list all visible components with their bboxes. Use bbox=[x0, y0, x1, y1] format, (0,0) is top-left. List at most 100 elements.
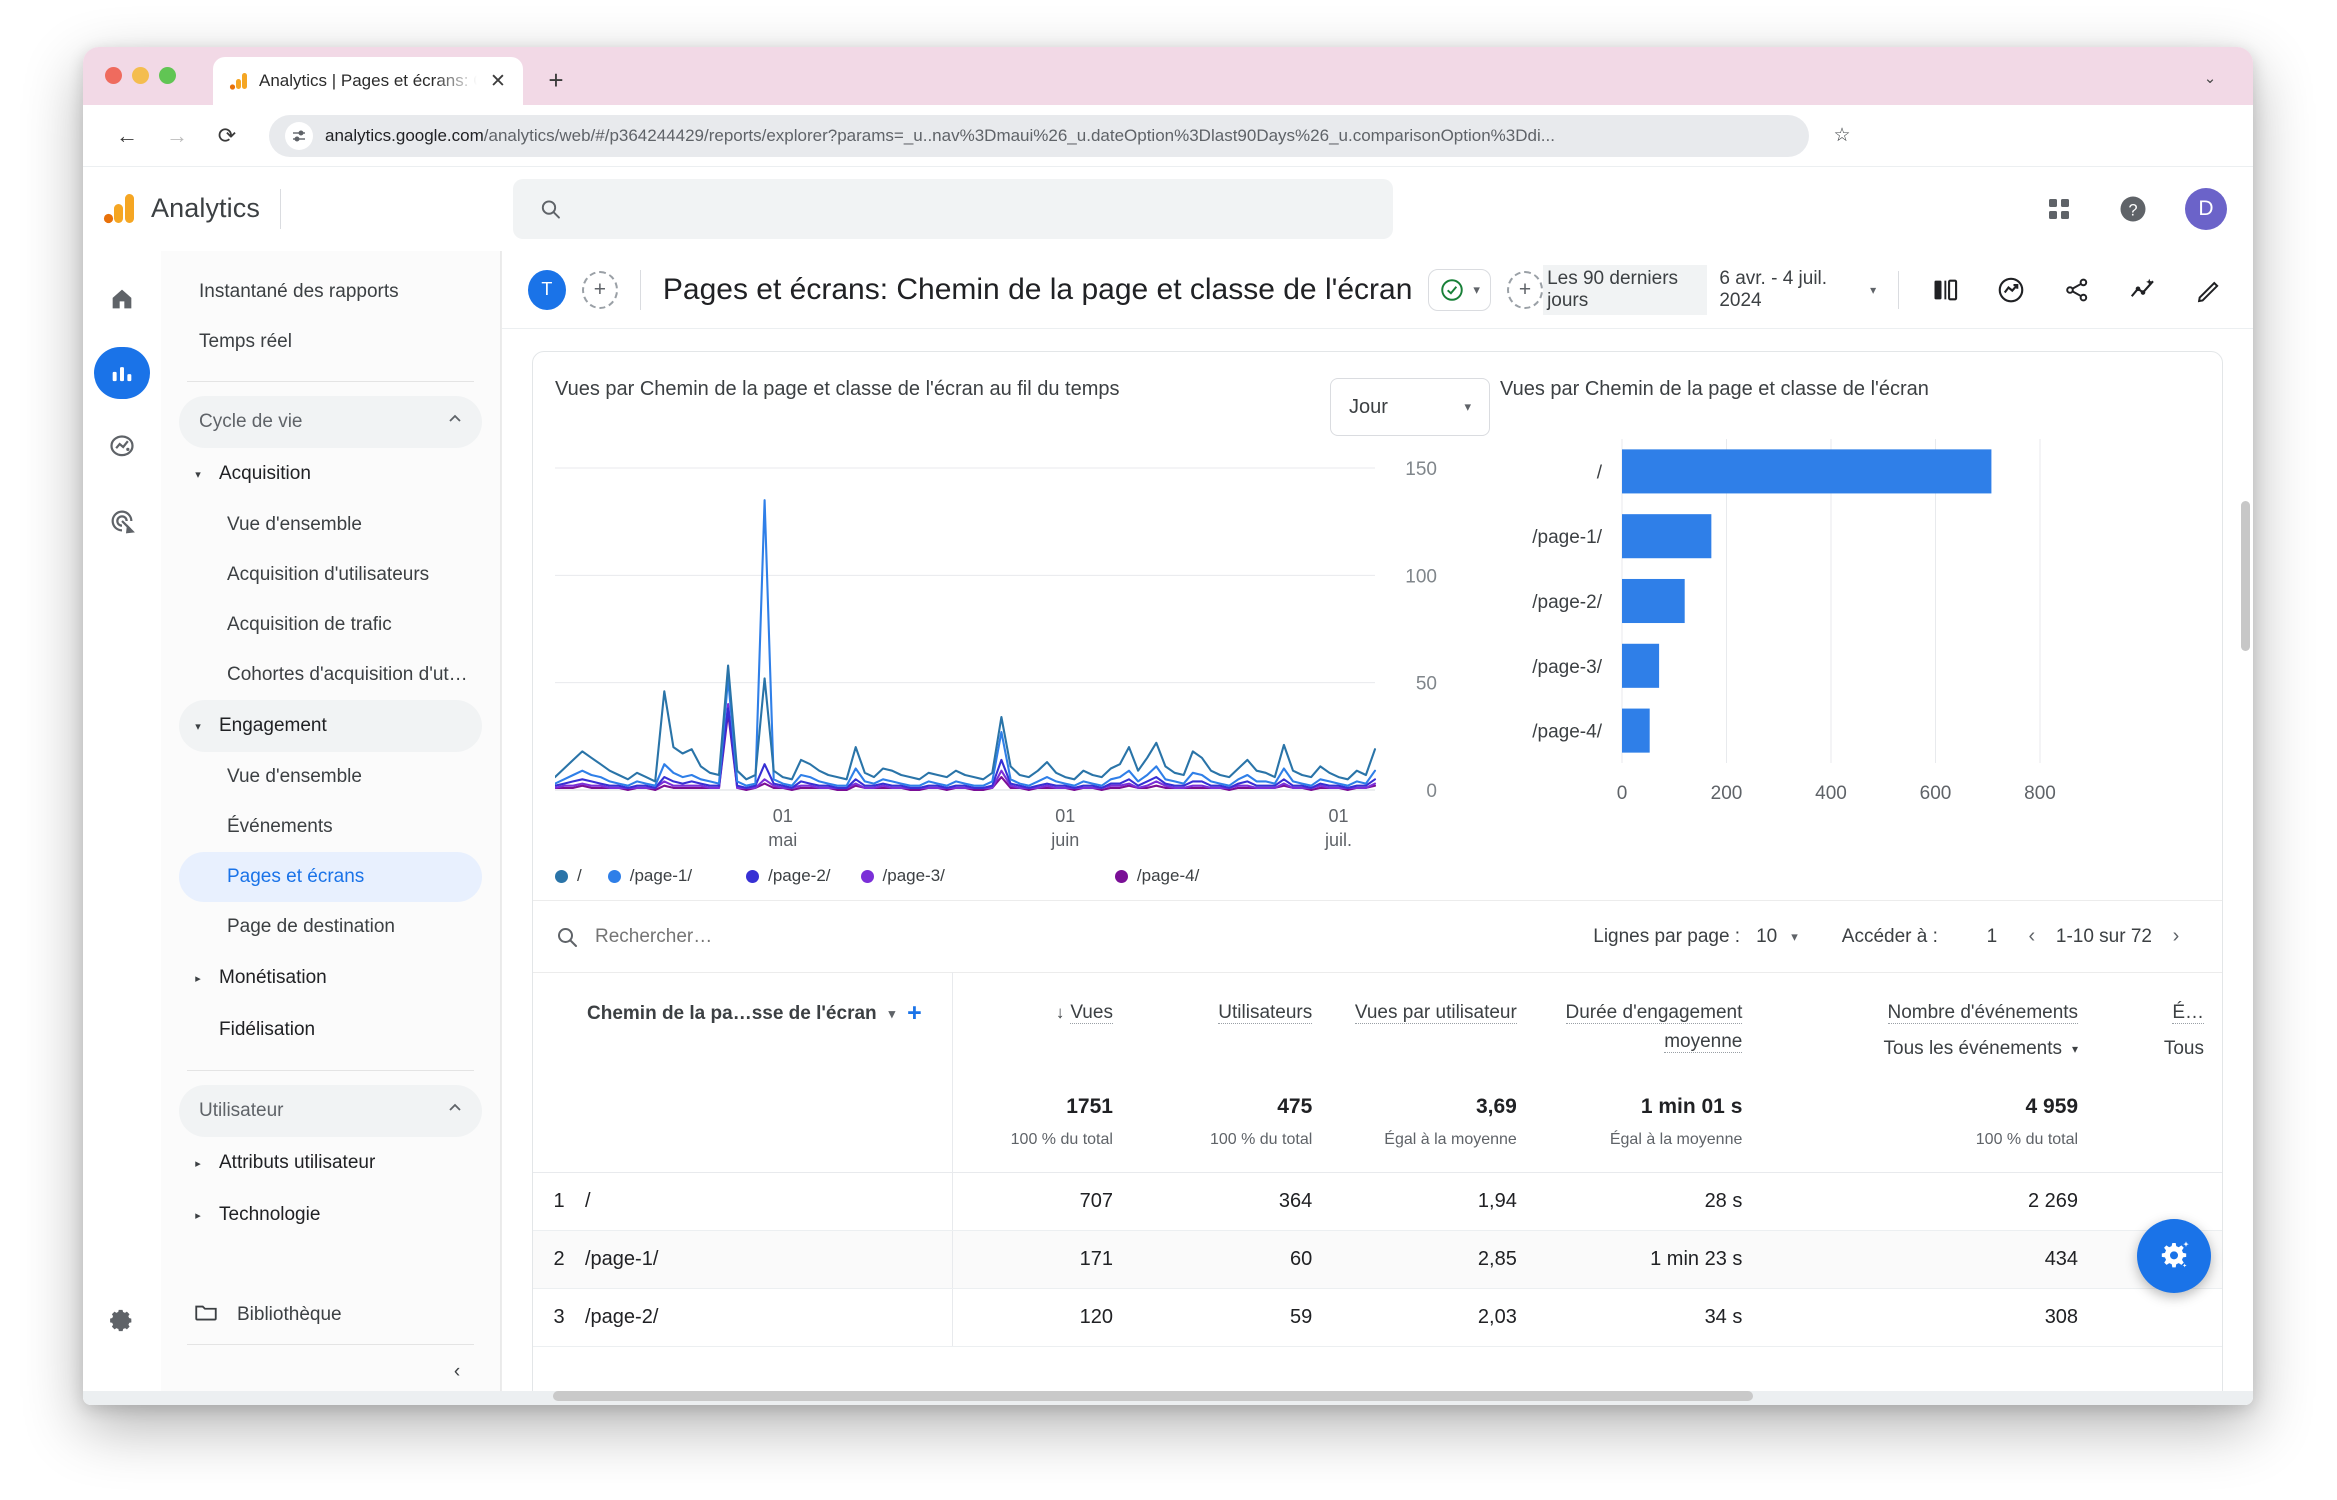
bookmark-star-icon[interactable]: ☆ bbox=[1827, 124, 1857, 147]
column-header-views-per-user[interactable]: Vues par utilisateur bbox=[1330, 972, 1535, 1077]
totals-conversions-cell bbox=[2096, 1076, 2222, 1173]
sidebar-item-monetisation[interactable]: ▸ Monétisation bbox=[179, 952, 482, 1004]
svg-text:/page-1/: /page-1/ bbox=[1532, 527, 1602, 548]
table-search[interactable] bbox=[555, 925, 915, 949]
date-range-value[interactable]: 6 avr. - 4 juil. 2024 bbox=[1719, 268, 1856, 312]
column-header-avg-engagement[interactable]: Durée d'engagement moyenne bbox=[1534, 972, 1761, 1077]
home-icon[interactable] bbox=[94, 273, 150, 325]
trending-sparkle-icon[interactable] bbox=[2121, 268, 2165, 312]
goto-page-input[interactable] bbox=[1971, 925, 2012, 948]
add-filter-button[interactable]: + bbox=[1506, 270, 1544, 309]
help-circle-icon[interactable]: ? bbox=[2111, 187, 2155, 231]
user-avatar[interactable]: D bbox=[2185, 187, 2227, 230]
add-comparison-button[interactable]: + bbox=[581, 270, 618, 309]
maximize-window-button[interactable] bbox=[159, 67, 176, 84]
svg-text:150: 150 bbox=[1405, 460, 1437, 480]
table-row-path[interactable]: /page-1/ bbox=[585, 1248, 658, 1271]
close-tab-button[interactable]: ✕ bbox=[487, 70, 509, 92]
new-tab-button[interactable]: + bbox=[537, 61, 575, 99]
legend-item[interactable]: /page-3/ bbox=[860, 866, 945, 886]
tab-list-chevron-icon[interactable]: ⌄ bbox=[2193, 61, 2227, 95]
sidebar-item-acquisition-overview[interactable]: Vue d'ensemble bbox=[179, 500, 482, 550]
insights-icon[interactable] bbox=[1989, 268, 2033, 312]
rows-per-page-label: Lignes par page : bbox=[1593, 925, 1741, 947]
ai-insights-fab[interactable] bbox=[2137, 1219, 2211, 1293]
sidebar-section-lifecycle-label: Cycle de vie bbox=[199, 411, 303, 432]
advertising-icon[interactable] bbox=[94, 495, 150, 547]
sidebar-item-acquisition-cohorts[interactable]: Cohortes d'acquisition d'ut… bbox=[179, 650, 482, 700]
legend-item[interactable]: / bbox=[555, 866, 582, 886]
table-search-input[interactable] bbox=[595, 925, 915, 948]
table-row-path[interactable]: / bbox=[585, 1190, 591, 1213]
column-header-event-count[interactable]: Nombre d'événements Tous les événements … bbox=[1760, 972, 2097, 1077]
apps-grid-icon[interactable] bbox=[2037, 187, 2081, 231]
dimension-select[interactable]: Chemin de la pa…sse de l'écran ▾ + bbox=[587, 999, 952, 1028]
granularity-select[interactable]: Jour ▾ bbox=[1330, 378, 1490, 436]
sidebar-divider bbox=[187, 1070, 474, 1071]
table-row-path[interactable]: /page-2/ bbox=[585, 1306, 658, 1329]
forward-button[interactable]: → bbox=[155, 114, 199, 158]
sidebar-section-user[interactable]: Utilisateur bbox=[179, 1085, 482, 1137]
rows-per-page-select[interactable]: 10 ▾ bbox=[1756, 926, 1798, 948]
table-row[interactable]: 2/page-1/171 60 2,85 1 min 23 s 434 bbox=[533, 1230, 2222, 1289]
horizontal-scrollbar[interactable] bbox=[553, 1391, 1753, 1401]
legend-item[interactable]: /page-4/ bbox=[1114, 866, 1199, 886]
add-dimension-button[interactable]: + bbox=[907, 999, 922, 1028]
column-header-users[interactable]: Utilisateurs bbox=[1130, 972, 1331, 1077]
analytics-logo[interactable]: Analytics bbox=[103, 188, 393, 229]
sidebar-item-traffic-acquisition[interactable]: Acquisition de trafic bbox=[179, 600, 482, 650]
sidebar-item-pages-and-screens[interactable]: Pages et écrans bbox=[179, 852, 482, 902]
collapse-sidebar-button[interactable]: ‹ bbox=[440, 1355, 474, 1389]
sidebar-item-acquisition[interactable]: ▾ Acquisition bbox=[179, 448, 482, 500]
global-search-box[interactable] bbox=[513, 178, 1393, 239]
report-header: T + Pages et écrans: Chemin de la page e… bbox=[502, 251, 2253, 329]
minimize-window-button[interactable] bbox=[132, 67, 149, 84]
compare-icon[interactable] bbox=[1923, 268, 1967, 312]
admin-gear-icon[interactable] bbox=[94, 1295, 150, 1347]
column-header-views[interactable]: ↓ Vues bbox=[952, 972, 1131, 1077]
totals-dimension-cell bbox=[533, 1076, 954, 1173]
reports-bar-icon[interactable] bbox=[94, 347, 150, 399]
previous-page-button[interactable]: ‹ bbox=[2012, 917, 2052, 957]
explore-icon[interactable] bbox=[94, 421, 150, 473]
global-search-input[interactable] bbox=[579, 197, 1367, 220]
event-filter-select[interactable]: Tous les événements ▾ bbox=[1884, 1038, 2079, 1060]
site-settings-icon[interactable] bbox=[285, 121, 313, 150]
sidebar-item-user-acquisition[interactable]: Acquisition d'utilisateurs bbox=[179, 550, 482, 600]
sidebar-item-technology-label: Technologie bbox=[219, 1204, 321, 1225]
google-analytics-favicon bbox=[229, 71, 249, 91]
sidebar-item-engagement-overview[interactable]: Vue d'ensemble bbox=[179, 752, 482, 802]
column-header-conversions[interactable]: É… Tous bbox=[2096, 972, 2222, 1077]
sidebar-item-reports-snapshot[interactable]: Instantané des rapports bbox=[179, 267, 482, 317]
sidebar-item-realtime[interactable]: Temps réel bbox=[179, 317, 482, 367]
browser-window: Analytics | Pages et écrans: C ✕ + ⌄ ← →… bbox=[83, 47, 2253, 1405]
table-body: 1/707 364 1,94 28 s2 269 2/page-1/171 60 2,85 1… bbox=[533, 1172, 2222, 1347]
sidebar-item-engagement[interactable]: ▾ Engagement bbox=[179, 700, 482, 752]
reload-button[interactable]: ⟳ bbox=[205, 114, 249, 158]
sidebar-section-lifecycle[interactable]: Cycle de vie bbox=[179, 396, 482, 448]
sidebar-item-retention[interactable]: Fidélisation bbox=[179, 1004, 482, 1056]
share-icon[interactable] bbox=[2055, 268, 2099, 312]
legend-item[interactable]: /page-2/ bbox=[746, 866, 831, 886]
data-validity-chip[interactable]: ▾ bbox=[1428, 268, 1491, 311]
back-button[interactable]: ← bbox=[105, 114, 149, 158]
browser-tab[interactable]: Analytics | Pages et écrans: C ✕ bbox=[213, 57, 523, 105]
chevron-down-icon: ▾ bbox=[1464, 399, 1471, 414]
next-page-button[interactable]: › bbox=[2156, 917, 2196, 957]
vertical-scrollbar[interactable] bbox=[2241, 501, 2250, 651]
close-window-button[interactable] bbox=[105, 67, 122, 84]
legend-item[interactable]: /page-1/ bbox=[607, 866, 692, 886]
sidebar-item-landing-page[interactable]: Page de destination bbox=[179, 902, 482, 952]
line-chart-title: Vues par Chemin de la page et classe de … bbox=[555, 378, 1120, 400]
sidebar-item-technology[interactable]: ▸ Technologie bbox=[179, 1189, 482, 1241]
address-bar[interactable]: analytics.google.com/analytics/web/#/p36… bbox=[269, 114, 1809, 157]
edit-pencil-icon[interactable] bbox=[2187, 268, 2231, 312]
sidebar-item-library[interactable]: Bibliothèque bbox=[179, 1289, 482, 1341]
table-row[interactable]: 1/707 364 1,94 28 s2 269 bbox=[533, 1172, 2222, 1231]
sidebar-item-user-attributes[interactable]: ▸ Attributs utilisateur bbox=[179, 1137, 482, 1189]
table-cell-users: 364 bbox=[1130, 1172, 1331, 1231]
chevron-down-icon[interactable]: ▾ bbox=[1870, 283, 1876, 297]
table-row[interactable]: 3/page-2/120 59 2,03 34 s 308 bbox=[533, 1288, 2222, 1347]
comparison-chip-avatar[interactable]: T bbox=[528, 269, 566, 310]
sidebar-item-events[interactable]: Événements bbox=[179, 802, 482, 852]
